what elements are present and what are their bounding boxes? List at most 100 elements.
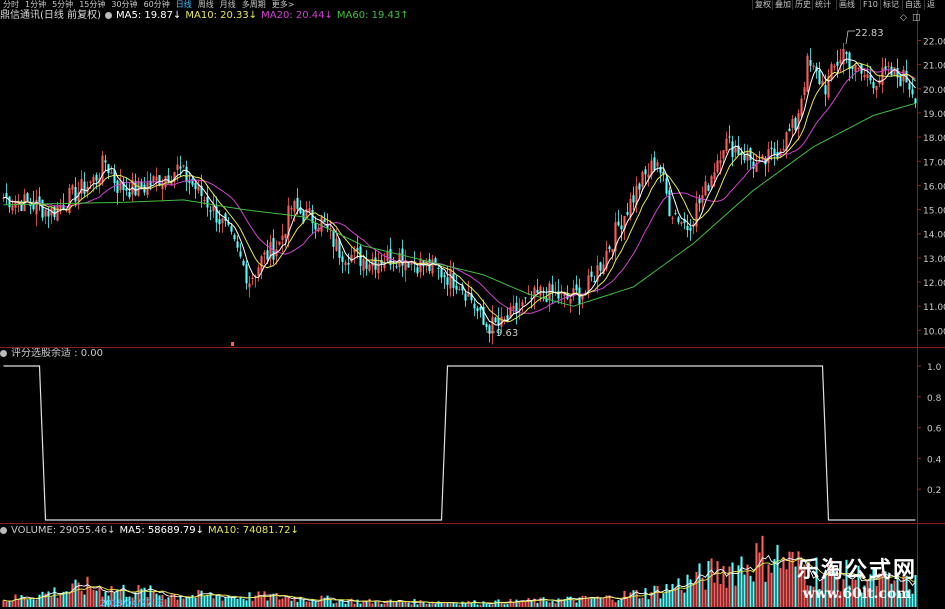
volume-bar xyxy=(203,595,206,607)
volume-bar xyxy=(500,602,503,607)
volume-bar xyxy=(617,600,620,607)
candle-body xyxy=(476,308,479,312)
volume-bar xyxy=(359,603,362,607)
volume-bar xyxy=(770,572,773,607)
ma60-line xyxy=(3,102,916,307)
volume-bar xyxy=(20,595,23,607)
candle-body xyxy=(386,251,389,261)
candle-body xyxy=(620,225,623,230)
candle-body xyxy=(494,317,497,322)
candle-body xyxy=(746,152,749,161)
volume-bar xyxy=(584,595,587,607)
candle-body xyxy=(182,165,185,167)
volume-bar xyxy=(35,599,38,607)
window-icon: ◫ xyxy=(912,13,921,23)
candle-body xyxy=(488,325,491,334)
volume-bar xyxy=(419,600,422,607)
indicator-y-label: 0.4 xyxy=(927,455,942,465)
volume-bar xyxy=(488,604,491,607)
y-tick-label: 12.00 xyxy=(923,279,945,289)
volume-bar xyxy=(245,600,248,607)
candle-body xyxy=(320,217,323,232)
indicator-y-label: 0.2 xyxy=(927,486,941,496)
volume-bar xyxy=(428,603,431,607)
volume-bar xyxy=(665,584,668,607)
candle-body xyxy=(656,162,659,167)
volume-ma5-line xyxy=(3,554,916,605)
volume-bar xyxy=(485,603,488,607)
volume-bar xyxy=(242,598,245,607)
volume-bar xyxy=(197,589,200,607)
candle-body xyxy=(710,176,713,188)
volume-bar xyxy=(176,599,179,607)
candle-body xyxy=(632,195,635,203)
candle-body xyxy=(437,268,440,270)
volume-bar xyxy=(404,601,407,607)
candle-body xyxy=(344,262,347,266)
candle-body xyxy=(218,219,221,225)
candle-body xyxy=(569,298,572,304)
volume-bar xyxy=(248,592,251,607)
candle-body xyxy=(8,196,11,208)
candle-body xyxy=(356,248,359,251)
stock-chart[interactable]: 22.00 21.00 20.00 19.00 18.00 17.00 16.00 15.00… xyxy=(0,0,945,609)
volume-bar xyxy=(683,592,686,607)
volume-bar xyxy=(716,561,719,607)
volume-bar xyxy=(86,576,89,607)
candle-body xyxy=(314,222,317,230)
volume-bar xyxy=(416,604,419,607)
candle-body xyxy=(368,264,371,271)
candle-body xyxy=(473,303,476,309)
volume-bar xyxy=(329,599,332,607)
candle-body xyxy=(626,212,629,215)
candle-body xyxy=(44,209,47,217)
volume-bar xyxy=(494,600,497,607)
candle-body xyxy=(575,284,578,291)
candle-body xyxy=(914,98,917,104)
volume-bar xyxy=(413,599,416,607)
volume-bar xyxy=(758,552,761,607)
volume-bar xyxy=(425,603,428,607)
candle-body xyxy=(782,149,785,151)
candle-body xyxy=(704,181,707,196)
volume-bar xyxy=(314,601,317,607)
volume-bar xyxy=(80,590,83,607)
volume-bar xyxy=(713,582,716,607)
volume-bar xyxy=(725,587,728,607)
candle-body xyxy=(26,193,29,202)
candle-body xyxy=(362,258,365,271)
candle-body xyxy=(419,258,422,273)
volume-bar xyxy=(185,597,188,607)
candle-body xyxy=(239,251,242,257)
volume-bar xyxy=(401,602,404,607)
volume-bar xyxy=(332,603,335,607)
candle-body xyxy=(299,208,302,214)
volume-bar xyxy=(179,596,182,607)
volume-bar xyxy=(218,596,221,607)
volume-bar xyxy=(311,600,314,607)
candle-body xyxy=(107,164,110,174)
volume-bar xyxy=(704,589,707,607)
candle-body xyxy=(209,210,212,212)
candle-body xyxy=(875,86,878,91)
volume-bar xyxy=(695,571,698,607)
volume-bar xyxy=(293,597,296,607)
y-tick-label: 10.00 xyxy=(923,327,945,337)
volume-bar xyxy=(236,598,239,607)
candle-body xyxy=(599,262,602,271)
candle-body xyxy=(818,69,821,85)
candle-body xyxy=(407,263,410,268)
candle-body xyxy=(149,180,152,186)
volume-bar xyxy=(56,597,59,607)
indicator-y-label: 0.6 xyxy=(927,425,942,435)
volume-bar xyxy=(527,598,530,607)
candle-body xyxy=(680,222,683,225)
candle-body xyxy=(188,181,191,183)
volume-bar xyxy=(395,601,398,607)
volume-bar xyxy=(302,599,305,607)
volume-bar xyxy=(320,595,323,607)
volume-bar xyxy=(455,603,458,607)
volume-bar xyxy=(773,559,776,607)
candle-body xyxy=(146,182,149,196)
volume-bar xyxy=(788,551,791,607)
